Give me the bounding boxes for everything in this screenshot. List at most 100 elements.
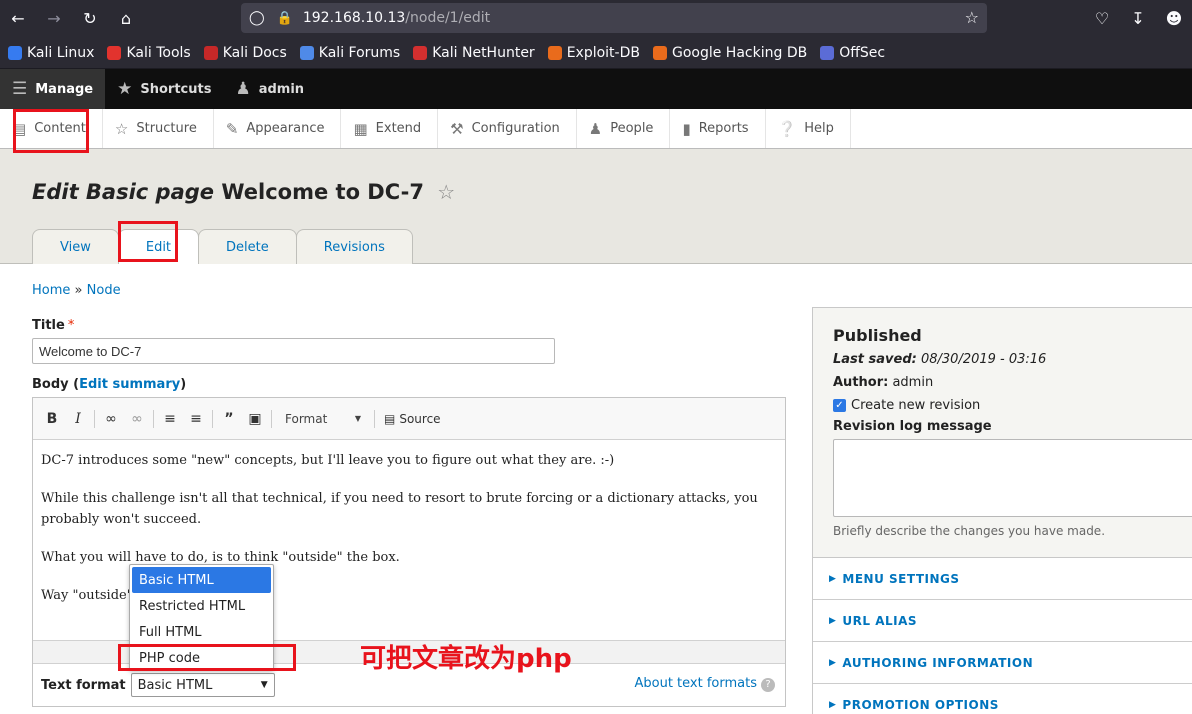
tab-delete[interactable]: Delete [198,229,297,264]
tray-label: Extend [375,121,422,136]
bookmark-item[interactable]: Google Hacking DB [652,45,807,61]
forward-icon[interactable]: → [36,1,72,37]
bookmark-item[interactable]: Kali Docs [203,44,287,61]
tray-item-structure[interactable]: ☆ Structure [103,109,214,148]
details-label: PROMOTION OPTIONS [842,697,999,712]
bullet-list-icon[interactable]: ≡ [157,406,183,432]
nethunter-icon [413,45,428,60]
about-text-formats-label: About text formats [634,676,757,691]
bold-button[interactable]: B [39,406,65,432]
revision-log-label: Revision log message [833,419,992,434]
reload-icon[interactable]: ↻ [72,1,108,37]
bookmark-item[interactable]: Exploit-DB [547,44,640,61]
back-icon[interactable]: ← [0,1,36,37]
source-button[interactable]: ▤ Source [378,412,447,426]
url-path: /node/1/edit [405,10,491,26]
promotion-options-toggle[interactable]: ▶ PROMOTION OPTIONS [813,684,1192,714]
page-title-prefix: Edit Basic page [32,180,215,204]
url-alias-toggle[interactable]: ▶ URL ALIAS [813,600,1192,642]
admin-toolbar: ☰ Manage ★ Shortcuts ♟ admin [0,69,1192,109]
toolbar-separator [374,409,375,428]
toolbar-separator [271,409,272,428]
shield-icon: ◯ [249,10,265,26]
manage-label: Manage [35,81,94,97]
breadcrumb-separator: » [74,283,83,298]
about-text-formats-link[interactable]: About text formats? [634,676,775,692]
tray-item-help[interactable]: ❔ Help [766,109,851,148]
caret-down-icon: ▼ [260,680,268,690]
star-icon: ★ [117,79,133,99]
bookmark-label: OffSec [839,44,886,61]
url-bar[interactable]: ◯ 🔒 192.168.10.13/node/1/edit ☆ [241,3,987,33]
breadcrumb: Home » Node [32,283,121,298]
text-format-select[interactable]: Basic HTML ▼ [130,673,275,697]
tab-revisions[interactable]: Revisions [295,229,413,264]
page-header: Edit Basic page Welcome to DC-7 ☆ View E… [0,149,1192,264]
triangle-right-icon: ▶ [829,615,837,626]
bookmark-item[interactable]: Kali Tools [107,45,191,61]
tab-view[interactable]: View [32,229,119,264]
text-format-value: Basic HTML [137,677,213,693]
meta-box: Published Last saved: 08/30/2019 - 03:16… [813,308,1192,558]
create-revision-row: ✓ Create new revision [833,398,1181,413]
triangle-right-icon: ▶ [829,657,837,668]
exploit-db-icon [547,45,562,60]
tray-item-extend[interactable]: ▦ Extend [341,109,439,148]
details-label: URL ALIAS [842,613,918,628]
breadcrumb-node[interactable]: Node [87,283,121,298]
bookmark-item[interactable]: Kali Forums [299,44,401,61]
triangle-right-icon: ▶ [829,699,837,710]
format-option-full-html[interactable]: Full HTML [132,619,271,645]
downloads-icon[interactable]: ↧ [1120,1,1156,37]
tray-item-people[interactable]: ♟ People [577,109,671,148]
account-icon[interactable]: ☻ [1156,1,1192,37]
format-option-restricted-html[interactable]: Restricted HTML [132,593,271,619]
bookmark-label: Exploit-DB [566,44,640,61]
shortcuts-label: Shortcuts [140,81,212,97]
favorite-star-icon[interactable]: ☆ [437,180,455,204]
bookmark-label: Kali Docs [222,44,287,61]
pocket-icon[interactable]: ♡ [1084,1,1120,37]
format-option-basic-html[interactable]: Basic HTML [132,567,271,593]
home-icon[interactable]: ⌂ [108,1,144,37]
unlink-icon[interactable]: ∞ [124,406,150,432]
bookmark-star-icon[interactable]: ☆ [965,8,979,27]
shortcuts-button[interactable]: ★ Shortcuts [105,69,223,109]
tray-item-appearance[interactable]: ✎ Appearance [214,109,342,148]
revision-log-textarea[interactable] [833,439,1192,517]
kali-docs-icon [203,45,218,60]
edit-summary-link[interactable]: Edit summary [79,377,180,392]
image-icon[interactable]: ▣ [242,406,268,432]
user-button[interactable]: ♟ admin [223,69,316,109]
create-revision-checkbox[interactable]: ✓ [833,399,846,412]
page-title: Edit Basic page Welcome to DC-7 ☆ [32,180,455,204]
author-label: Author: [833,375,889,390]
kali-forums-icon [299,45,314,60]
toolbar-separator [94,409,95,428]
bookmarks-bar: Kali Linux Kali Tools Kali Docs Kali For… [0,37,1192,69]
toolbar-separator [153,409,154,428]
title-input[interactable] [32,338,555,364]
blockquote-icon[interactable]: ” [216,406,242,432]
tray-item-reports[interactable]: ▮ Reports [670,109,766,148]
primary-tabs: View Edit Delete Revisions [32,229,413,264]
format-dropdown[interactable]: Format ▼ [279,407,367,431]
manage-button[interactable]: ☰ Manage [0,69,106,109]
bookmark-item[interactable]: Kali NetHunter [413,45,535,61]
url-host: 192.168.10.13 [302,10,406,26]
caret-down-icon: ▼ [354,414,361,423]
body-label-text: Body [32,377,69,392]
bookmark-label: Kali Forums [318,44,401,61]
breadcrumb-home[interactable]: Home [32,283,70,298]
authoring-information-toggle[interactable]: ▶ AUTHORING INFORMATION [813,642,1192,684]
bookmark-item[interactable]: Kali Linux [8,45,94,61]
bookmark-item[interactable]: OffSec [820,45,885,61]
page-title-name: Welcome to DC-7 [221,180,424,204]
numbered-list-icon[interactable]: ≡ [183,406,209,432]
title-label-text: Title [32,318,65,333]
tray-item-configuration[interactable]: ⚒ Configuration [438,109,577,148]
link-icon[interactable]: ∞ [98,406,124,432]
italic-button[interactable]: I [65,406,91,432]
menu-settings-toggle[interactable]: ▶ MENU SETTINGS [813,558,1192,600]
details-label: AUTHORING INFORMATION [842,655,1034,670]
